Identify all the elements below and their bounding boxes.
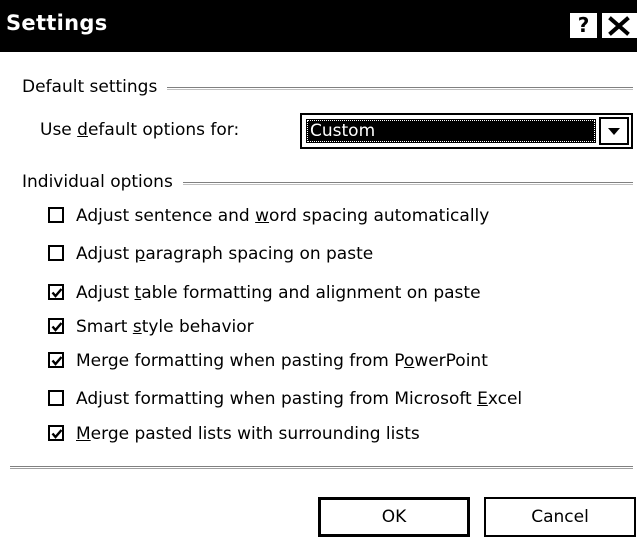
option-label: Merge pasted lists with surrounding list…	[76, 424, 420, 444]
option-checkbox[interactable]	[48, 245, 64, 261]
option-label: Merge formatting when pasting from Power…	[76, 351, 488, 371]
cancel-button[interactable]: Cancel	[484, 497, 636, 537]
use-default-options-label: Use default options for:	[40, 120, 240, 140]
default-settings-group-label: Default settings	[22, 77, 168, 97]
option-checkbox[interactable]	[48, 425, 64, 441]
dropdown-button[interactable]	[599, 117, 629, 145]
option-checkbox[interactable]	[48, 390, 64, 406]
option-label: Smart style behavior	[76, 317, 254, 337]
checkmark-icon	[51, 322, 63, 332]
ok-button[interactable]: OK	[318, 497, 470, 537]
individual-options-group-label: Individual options	[22, 172, 183, 192]
option-label: Adjust sentence and word spacing automat…	[76, 206, 490, 226]
default-options-selected-value: Custom	[306, 119, 596, 143]
option-checkbox[interactable]	[48, 318, 64, 334]
help-button[interactable]: ?	[570, 13, 597, 38]
chevron-down-icon	[608, 128, 620, 135]
option-label: Adjust formatting when pasting from Micr…	[76, 389, 523, 409]
settings-dialog: Settings ? Default settings Use default …	[0, 0, 637, 545]
option-checkbox[interactable]	[48, 352, 64, 368]
close-button[interactable]	[602, 13, 637, 38]
option-label: Adjust table formatting and alignment on…	[76, 283, 481, 303]
option-checkbox[interactable]	[48, 284, 64, 300]
checkmark-icon	[51, 288, 63, 298]
default-options-select[interactable]: Custom	[300, 113, 633, 149]
option-label: Adjust paragraph spacing on paste	[76, 244, 374, 264]
checkmark-icon	[51, 356, 63, 366]
option-checkbox[interactable]	[48, 207, 64, 223]
checkmark-icon	[51, 429, 63, 439]
title-bar[interactable]: Settings ?	[0, 0, 637, 52]
dialog-title: Settings	[6, 11, 108, 35]
close-icon	[608, 16, 630, 36]
button-separator	[10, 466, 633, 468]
